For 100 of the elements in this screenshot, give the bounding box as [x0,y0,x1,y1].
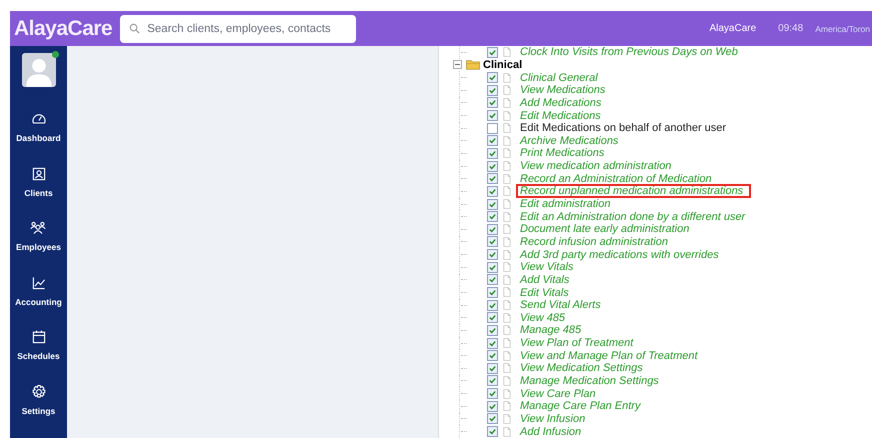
checkbox[interactable] [487,400,498,412]
permission-label: Add Vitals [518,272,570,287]
checkbox[interactable] [487,413,498,424]
checkbox[interactable] [487,388,498,400]
checkbox[interactable] [487,249,498,260]
nav-item[interactable]: Clients [24,166,53,220]
logo[interactable]: AlayaCare [10,16,118,40]
timezone: America/Toron [815,24,870,34]
checkbox[interactable] [487,122,498,134]
permission-label: Manage Care Plan Entry [519,399,642,414]
checkbox[interactable] [487,110,498,122]
document-icon [503,174,511,184]
nav-item[interactable]: Dashboard [16,111,61,166]
document-icon [503,186,511,196]
nav-item[interactable]: Schedules [17,329,60,384]
avatar[interactable] [22,53,56,87]
checkbox[interactable] [487,148,498,159]
checkbox[interactable] [487,211,498,222]
settings-icon [30,384,46,400]
permission-label: Edit an Administration done by a different user [519,210,746,224]
permission-label: Add Infusion [518,424,582,438]
permission-label: Edit Vitals [519,286,570,300]
document-icon [503,85,511,96]
document-icon [503,287,511,298]
permission-label: Add 3rd party medications with overrides [518,248,720,262]
user-name[interactable]: AlayaCare [709,23,756,34]
checkbox[interactable] [487,135,498,146]
permission-label: Record infusion administration [519,234,669,249]
document-icon [503,262,511,272]
checkbox[interactable] [487,274,498,286]
permission-label: Print Medications [519,146,606,160]
permission-label: Send Vital Alerts [519,298,602,312]
document-icon [503,123,511,134]
clock-time: 09:48 [778,23,804,34]
checkbox[interactable] [487,186,498,197]
document-icon [503,110,511,121]
document-icon [503,161,511,172]
checkbox[interactable] [487,362,498,374]
checkbox[interactable] [487,224,498,235]
permission-label: View and Manage Plan of Treatment [519,348,699,363]
permission-label: Manage 485 [519,323,582,338]
document-icon [503,350,511,361]
document-icon [503,72,511,83]
folder-label[interactable]: Clinical [483,58,522,71]
checkbox[interactable] [487,286,498,298]
permission-label: Record unplanned medication administrations [516,184,752,198]
checkbox[interactable] [487,300,498,311]
permission-label: Clinical General [519,70,599,85]
checkbox[interactable] [487,46,498,58]
search-field[interactable]: Search clients, employees, contacts [120,14,356,42]
checkbox[interactable] [487,312,498,324]
document-icon [503,312,511,323]
checkbox[interactable] [487,350,498,362]
checkbox[interactable] [487,375,498,386]
permission-label: View Medication Settings [519,362,644,376]
permission-label: Archive Medications [518,134,620,148]
permission-label: View Care Plan [519,386,597,401]
permission-label: Edit administration [519,197,612,212]
checkbox[interactable] [487,160,498,172]
permission-label: Clock Into Visits from Previous Days on Web [519,45,739,60]
document-icon [503,199,511,209]
document-icon [503,388,511,399]
checkbox[interactable] [487,236,498,248]
document-icon [503,363,511,374]
checkbox[interactable] [487,173,498,184]
document-icon [503,47,511,58]
online-dot [52,51,58,58]
checkbox[interactable] [487,97,498,108]
folder-icon [466,59,480,70]
document-icon [503,414,511,424]
document-icon [503,148,511,158]
document-icon [503,338,511,348]
document-icon [503,236,511,247]
people-icon [30,220,46,236]
document-icon [503,136,511,146]
collapse-icon[interactable] [453,60,462,70]
permission-label: Document late early administration [519,222,690,236]
permission-label: View Infusion [519,412,586,426]
checkbox[interactable] [487,72,498,84]
document-icon [503,212,511,222]
permission-label: View medication administration [519,159,672,174]
checkbox[interactable] [487,426,498,438]
id-card-icon [30,166,46,182]
checkbox[interactable] [487,338,498,349]
document-icon [503,274,511,285]
document-icon [503,376,511,386]
permission-label: View 485 [519,310,566,325]
permission-label: Edit Medications [519,108,602,123]
checkbox[interactable] [487,262,498,273]
checkbox[interactable] [487,198,498,210]
permission-label: View Vitals [519,260,574,274]
permission-label: Add Medications [518,96,602,110]
nav-item[interactable]: Accounting [15,274,62,329]
nav-item[interactable]: Employees [16,220,61,274]
document-icon [503,325,511,336]
document-icon [503,401,511,412]
permission-label: View Medications [519,83,606,98]
checkbox[interactable] [487,84,498,96]
nav-item[interactable]: Settings [22,384,56,438]
checkbox[interactable] [487,324,498,336]
